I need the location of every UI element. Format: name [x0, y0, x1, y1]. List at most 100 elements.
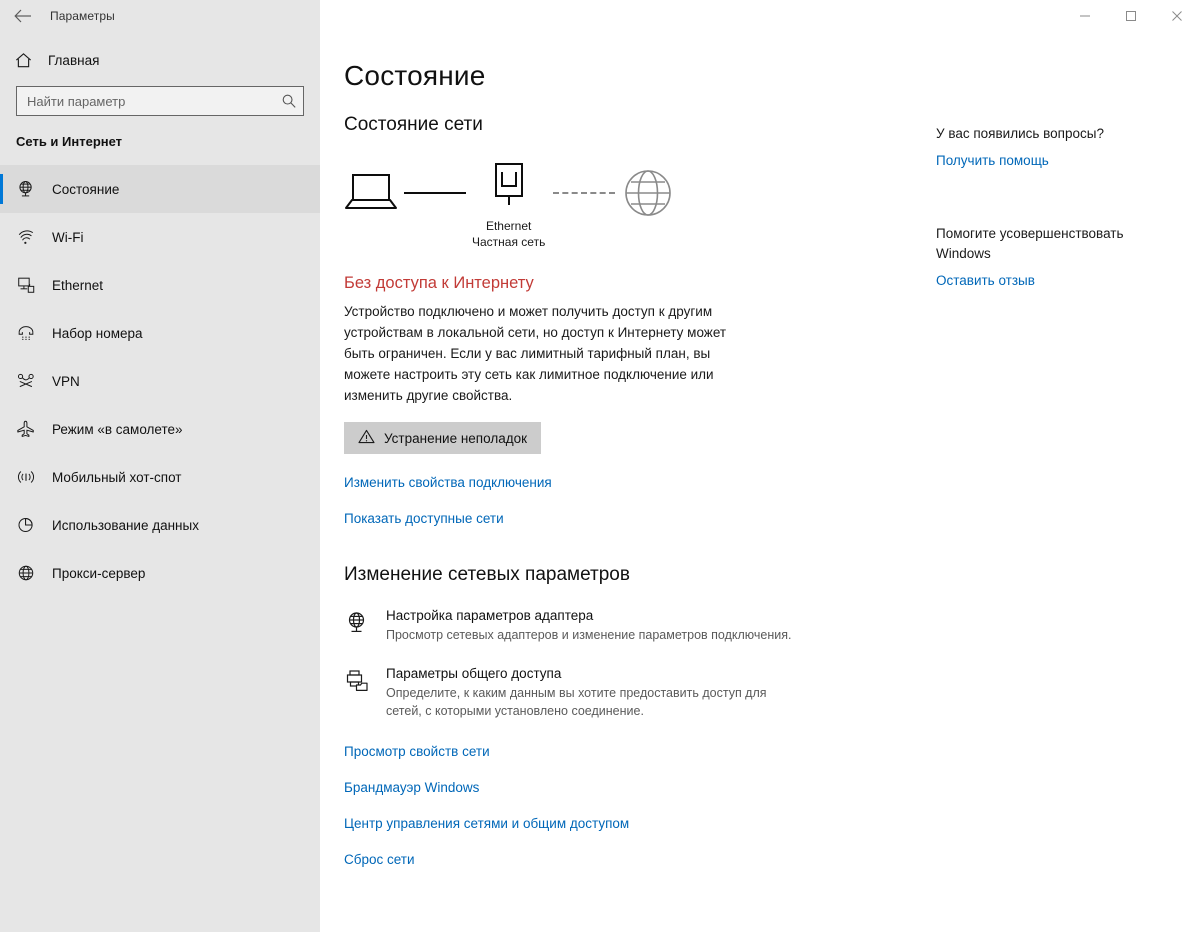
title-bar-drag-area [320, 0, 1062, 32]
sidebar-item-dialup[interactable]: Набор номера [0, 309, 320, 357]
link-windows-firewall[interactable]: Брандмауэр Windows [344, 780, 479, 795]
diagram-internet-link [553, 192, 616, 194]
sidebar-nav: Состояние Wi-Fi Ethernet Набор номера VP… [0, 165, 320, 597]
sidebar-item-proxy[interactable]: Прокси-сервер [0, 549, 320, 597]
feedback-block-title: Помогите усовершенствовать Windows [936, 226, 1124, 261]
diagram-adapter-name: Ethernet [485, 219, 532, 233]
search-icon[interactable] [281, 93, 297, 109]
sidebar-item-wifi[interactable]: Wi-Fi [0, 213, 320, 261]
main-content: Состояние Состояние сети Ethernet Частна… [320, 32, 1200, 932]
vpn-icon [16, 371, 48, 391]
link-give-feedback[interactable]: Оставить отзыв [936, 273, 1035, 288]
sidebar-item-ethernet[interactable]: Ethernet [0, 261, 320, 309]
laptop-icon [344, 172, 398, 217]
diagram-internet [623, 162, 673, 223]
search-container [0, 86, 320, 116]
diagram-device-link [404, 192, 466, 194]
setting-sharing-options-subtitle: Определите, к каким данным вы хотите пре… [386, 686, 767, 718]
maximize-icon [1125, 10, 1137, 22]
diagram-adapter: Ethernet Частная сеть [472, 162, 545, 250]
back-button[interactable] [0, 0, 46, 32]
diagram-device [344, 162, 398, 217]
search-box[interactable] [16, 86, 304, 116]
setting-sharing-options[interactable]: Параметры общего доступа Определите, к к… [344, 666, 794, 720]
main-column: Состояние Состояние сети Ethernet Частна… [320, 32, 920, 932]
globe-monitor-icon [16, 179, 48, 199]
title-bar: Параметры [0, 0, 1200, 32]
airplane-icon [16, 419, 48, 439]
setting-sharing-options-text: Параметры общего доступа Определите, к к… [386, 666, 794, 720]
sidebar-item-mobile-hotspot-label: Мобильный хот-спот [52, 469, 182, 485]
sidebar-item-airplane-mode[interactable]: Режим «в самолете» [0, 405, 320, 453]
sidebar-item-proxy-label: Прокси-сервер [52, 565, 146, 581]
page-title: Состояние [344, 60, 486, 91]
link-row-show-networks: Показать доступные сети [344, 511, 920, 526]
status-heading: Без доступа к Интернету [344, 274, 534, 292]
sharing-printer-folder-icon [344, 666, 372, 720]
sidebar: Главная Сеть и Интернет [0, 32, 320, 932]
help-block: У вас появились вопросы? Получить помощь [936, 124, 1180, 168]
sidebar-item-home[interactable]: Главная [0, 40, 320, 80]
setting-adapter-options-subtitle: Просмотр сетевых адаптеров и изменение п… [386, 628, 792, 642]
warning-triangle-icon [358, 429, 375, 447]
window-controls [1062, 0, 1200, 32]
sidebar-item-status-label: Состояние [52, 181, 120, 197]
window-title: Параметры [50, 9, 115, 23]
troubleshoot-button[interactable]: Устранение неполадок [344, 422, 542, 454]
title-bar-left: Параметры [0, 0, 320, 32]
sidebar-item-data-usage[interactable]: Использование данных [0, 501, 320, 549]
sidebar-item-status[interactable]: Состояние [0, 165, 320, 213]
link-get-help[interactable]: Получить помощь [936, 153, 1049, 168]
bottom-links: Просмотр свойств сети Брандмауэр Windows… [344, 744, 920, 867]
setting-sharing-options-title: Параметры общего доступа [386, 666, 562, 681]
link-network-reset[interactable]: Сброс сети [344, 852, 415, 867]
change-settings-heading: Изменение сетевых параметров [344, 564, 630, 585]
link-row-change-connection: Изменить свойства подключения [344, 475, 920, 490]
close-button[interactable] [1154, 0, 1200, 32]
help-block-title: У вас появились вопросы? [936, 126, 1104, 141]
diagram-adapter-network-type: Частная сеть [472, 235, 546, 249]
minimize-icon [1079, 10, 1091, 22]
status-description: Устройство подключено и может получить д… [344, 304, 727, 403]
sidebar-item-dialup-label: Набор номера [52, 325, 143, 341]
network-status-heading: Состояние сети [344, 114, 483, 135]
network-diagram: Ethernet Частная сеть [344, 162, 920, 252]
minimize-button[interactable] [1062, 0, 1108, 32]
setting-adapter-options-text: Настройка параметров адаптера Просмотр с… [386, 608, 791, 644]
maximize-button[interactable] [1108, 0, 1154, 32]
link-view-network-properties[interactable]: Просмотр свойств сети [344, 744, 490, 759]
ethernet-port-icon [489, 162, 529, 215]
sidebar-item-mobile-hotspot[interactable]: Мобильный хот-спот [0, 453, 320, 501]
link-show-available-networks[interactable]: Показать доступные сети [344, 511, 504, 526]
sidebar-section-title: Сеть и Интернет [16, 134, 123, 149]
troubleshoot-button-label: Устранение неполадок [384, 430, 528, 446]
diagram-adapter-labels: Ethernet Частная сеть [472, 218, 545, 250]
search-input[interactable] [27, 87, 281, 115]
ethernet-icon [16, 275, 48, 295]
dialup-icon [16, 323, 48, 343]
hotspot-icon [16, 467, 48, 487]
back-arrow-icon [14, 9, 32, 23]
sidebar-item-airplane-mode-label: Режим «в самолете» [52, 421, 183, 437]
proxy-globe-icon [16, 563, 48, 583]
sidebar-item-ethernet-label: Ethernet [52, 277, 104, 293]
adapter-globe-icon [344, 608, 372, 644]
sidebar-item-wifi-label: Wi-Fi [52, 229, 84, 245]
right-panel: У вас появились вопросы? Получить помощь… [920, 32, 1200, 932]
link-network-sharing-center[interactable]: Центр управления сетями и общим доступом [344, 816, 629, 831]
sidebar-item-vpn-label: VPN [52, 373, 80, 389]
settings-window: Параметры Главная Найти параметр Сеть и … [0, 0, 1200, 932]
setting-adapter-options[interactable]: Настройка параметров адаптера Просмотр с… [344, 608, 794, 644]
window-body: Главная Сеть и Интернет [0, 32, 1200, 932]
wifi-icon [16, 227, 48, 247]
sidebar-item-data-usage-label: Использование данных [52, 517, 199, 533]
close-icon [1171, 10, 1183, 22]
data-usage-icon [16, 515, 48, 535]
sidebar-item-home-label: Главная [48, 52, 100, 68]
link-change-connection-properties[interactable]: Изменить свойства подключения [344, 475, 552, 490]
globe-icon [623, 168, 673, 223]
home-icon [14, 51, 44, 70]
sidebar-item-vpn[interactable]: VPN [0, 357, 320, 405]
feedback-block: Помогите усовершенствовать Windows Остав… [936, 224, 1180, 288]
setting-adapter-options-title: Настройка параметров адаптера [386, 608, 594, 623]
